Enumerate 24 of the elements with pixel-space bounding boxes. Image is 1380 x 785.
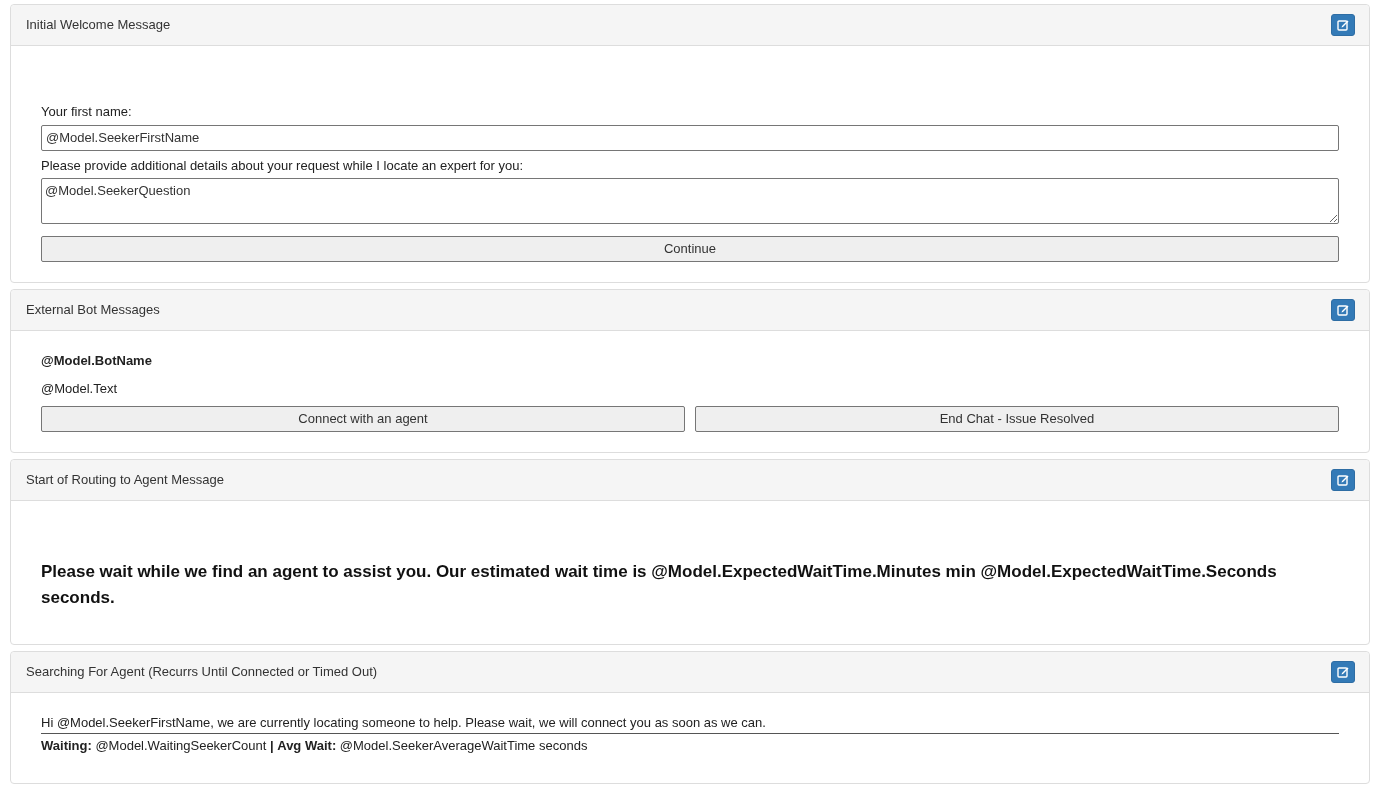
field-label: Your first name: <box>41 103 133 121</box>
panel-title: Searching For Agent (Recurrs Until Connected or Timed Out) <box>26 663 378 682</box>
edit-icon <box>1337 666 1349 678</box>
bot-name: @Model.BotName <box>41 352 153 370</box>
panel-title: External Bot Messages <box>26 301 160 320</box>
panel-title: Start of Routing to Agent Message <box>26 471 224 490</box>
edit-button[interactable] <box>1331 661 1355 683</box>
action-button[interactable]: Connect with an agent <box>41 406 685 432</box>
edit-icon <box>1337 474 1349 486</box>
edit-icon <box>1337 19 1349 31</box>
edit-icon <box>1337 304 1349 316</box>
panel-title: Initial Welcome Message <box>26 16 171 35</box>
searching-message: Hi @Model.SeekerFirstName, we are currently locating someone to help. Please wait, we will connect you as soon as we can. <box>41 713 1339 734</box>
wait-message: Please wait while we find an agent to assist you. Our estimated wait time is @Model.ExpectedWaitTime.Minutes min @Model.ExpectedWaitTime.Seconds seconds. <box>41 561 1278 609</box>
edit-button[interactable] <box>1331 299 1355 321</box>
field-label: Please provide additional details about your request while I locate an expert for you: <box>41 156 524 175</box>
message-text: Waiting: @Model.WaitingSeekerCount | Avg Wait: @Model.SeekerAverageWaitTime seconds <box>41 736 589 755</box>
edit-button[interactable] <box>1331 469 1355 491</box>
action-button[interactable]: Continue <box>41 236 1339 262</box>
edit-button[interactable] <box>1331 14 1355 36</box>
input-field[interactable]: @Model.SeekerFirstName <box>41 124 1339 151</box>
message-text: @Model.Text <box>41 379 119 398</box>
text-area[interactable]: @Model.SeekerQuestion <box>41 178 1339 224</box>
action-button[interactable]: End Chat - Issue Resolved <box>695 406 1339 432</box>
